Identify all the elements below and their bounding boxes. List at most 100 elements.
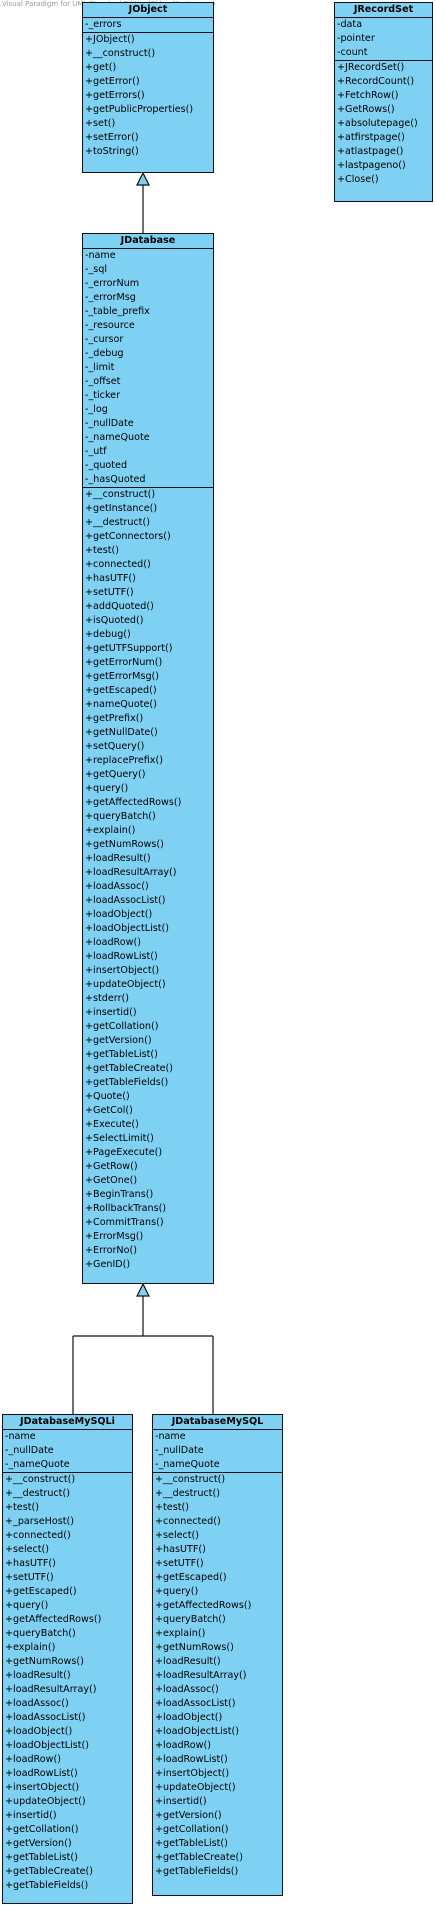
operation-item: +getNumRows() — [155, 1642, 234, 1653]
operation-item: +replacePrefix() — [85, 755, 163, 766]
operation-item: +getTableFields() — [155, 1866, 239, 1877]
operation-item: +queryBatch() — [85, 811, 156, 822]
operation-item: +insertid() — [5, 1810, 57, 1821]
operation-item: +queryBatch() — [155, 1614, 226, 1625]
operation-item: +loadResult() — [85, 853, 151, 864]
operation-item: +queryBatch() — [5, 1628, 76, 1639]
operation-item: +loadRow() — [85, 937, 141, 948]
operation-item: +loadObject() — [155, 1712, 223, 1723]
attribute-item: -_nullDate — [155, 1445, 204, 1456]
operation-item: +BeginTrans() — [85, 1189, 154, 1200]
attribute-item: -_limit — [85, 362, 115, 373]
class-name: JRecordSet — [335, 3, 432, 18]
operation-item: +FetchRow() — [337, 90, 399, 101]
operation-item: +atfirstpage() — [337, 132, 405, 143]
operation-item: +set() — [85, 118, 116, 129]
operation-item: +atlastpage() — [337, 146, 404, 157]
operation-item: +getTableCreate() — [155, 1852, 243, 1863]
attribute-item: -name — [5, 1431, 36, 1442]
operation-item: +loadRowList() — [85, 951, 158, 962]
operation-compartment: +JRecordSet() +RecordCount() +FetchRow() +G… — [335, 61, 432, 187]
operation-item: +getAffectedRows() — [85, 797, 182, 808]
attribute-item: -_utf — [85, 446, 107, 457]
operation-item: +updateObject() — [5, 1796, 86, 1807]
operation-item: +loadAssocList() — [85, 895, 166, 906]
operation-item: +insertObject() — [85, 965, 160, 976]
operation-item: +setError() — [85, 132, 139, 143]
operation-item: +getAffectedRows() — [5, 1614, 102, 1625]
operation-compartment: +__construct() +__destruct() +test() +conne… — [153, 1473, 282, 1879]
operation-item: +getAffectedRows() — [155, 1600, 252, 1611]
operation-item: +getNumRows() — [85, 839, 164, 850]
class-name: JDatabase — [83, 234, 213, 249]
operation-item: +loadRow() — [155, 1740, 211, 1751]
operation-item: +getVersion() — [155, 1810, 222, 1821]
operation-item: +getTableList() — [5, 1852, 78, 1863]
attribute-item: -_cursor — [85, 334, 124, 345]
class-jobject[interactable]: JObject -_errors +JObject() +__construct(… — [82, 2, 214, 173]
operation-item: +hasUTF() — [155, 1544, 206, 1555]
attribute-item: -_errorNum — [85, 278, 140, 289]
operation-item: +__construct() — [5, 1474, 76, 1485]
operation-item: +getTableCreate() — [85, 1063, 173, 1074]
operation-item: +CommitTrans() — [85, 1217, 164, 1228]
attribute-item: -name — [85, 250, 116, 261]
operation-item: +setUTF() — [5, 1572, 54, 1583]
operation-item: +loadRowList() — [155, 1754, 228, 1765]
attribute-item: -name — [155, 1431, 186, 1442]
operation-item: +query() — [155, 1586, 199, 1597]
operation-item: +JObject() — [85, 34, 135, 45]
operation-item: +getInstance() — [85, 503, 158, 514]
class-jdatabase[interactable]: JDatabase -name -_sql -_errorNum -_errorMsg… — [82, 233, 214, 1284]
operation-item: +debug() — [85, 629, 131, 640]
operation-item: +getQuery() — [85, 769, 146, 780]
operation-item: +insertid() — [155, 1796, 207, 1807]
operation-item: +loadAssoc() — [85, 881, 149, 892]
operation-item: +loadAssocList() — [155, 1698, 236, 1709]
operation-item: +getTableList() — [155, 1838, 228, 1849]
operation-item: +test() — [85, 545, 119, 556]
operation-item: +__destruct() — [5, 1488, 70, 1499]
operation-item: +insertid() — [85, 1007, 137, 1018]
operation-item: +updateObject() — [85, 979, 166, 990]
operation-item: +loadResultArray() — [85, 867, 177, 878]
attribute-compartment: -name -_nullDate -_nameQuote — [153, 1430, 282, 1473]
operation-item: +lastpageno() — [337, 160, 406, 171]
class-name: JObject — [83, 3, 213, 18]
operation-item: +getEscaped() — [85, 685, 157, 696]
operation-item: +loadObject() — [85, 909, 153, 920]
operation-item: +insertObject() — [5, 1782, 80, 1793]
operation-item: +loadResultArray() — [5, 1684, 97, 1695]
operation-item: +getErrorNum() — [85, 657, 163, 668]
operation-item: +loadRow() — [5, 1754, 61, 1765]
operation-compartment: +__construct() +getInstance() +__destruct(… — [83, 488, 213, 1272]
attribute-item: -_nameQuote — [155, 1459, 220, 1470]
operation-item: +RollbackTrans() — [85, 1203, 167, 1214]
operation-item: +GenID() — [85, 1259, 131, 1270]
operation-item: +hasUTF() — [85, 573, 136, 584]
attribute-compartment: -name -_sql -_errorNum -_errorMsg -_table_pr… — [83, 249, 213, 488]
operation-item: +getTableFields() — [85, 1077, 169, 1088]
operation-item: +Quote() — [85, 1091, 130, 1102]
operation-item: +toString() — [85, 146, 139, 157]
operation-item: +loadResult() — [5, 1670, 71, 1681]
operation-item: +loadAssoc() — [155, 1684, 219, 1695]
operation-item: +isQuoted() — [85, 615, 144, 626]
operation-item: +ErrorMsg() — [85, 1231, 144, 1242]
operation-item: +getTableCreate() — [5, 1866, 93, 1877]
class-jdatabasemysql[interactable]: JDatabaseMySQL -name -_nullDate -_nameQuot… — [152, 1414, 283, 1896]
operation-item: +getConnectors() — [85, 531, 171, 542]
operation-item: +insertObject() — [155, 1768, 230, 1779]
class-jdatabasemysqli[interactable]: JDatabaseMySQLi -name -_nullDate -_nameQuo… — [2, 1414, 133, 1904]
operation-item: +explain() — [155, 1628, 206, 1639]
class-jrecordset[interactable]: JRecordSet -data -pointer -count +JRecordS… — [334, 2, 433, 202]
attribute-item: -pointer — [337, 33, 375, 44]
operation-item: +loadObject() — [5, 1726, 73, 1737]
operation-item: +updateObject() — [155, 1782, 236, 1793]
generalization-arrowhead-jobject — [136, 171, 150, 186]
operation-item: +Execute() — [85, 1119, 139, 1130]
operation-item: +test() — [5, 1502, 39, 1513]
attribute-item: -_quoted — [85, 460, 128, 471]
operation-item: +getEscaped() — [155, 1572, 227, 1583]
operation-item: +_parseHost() — [5, 1516, 74, 1527]
